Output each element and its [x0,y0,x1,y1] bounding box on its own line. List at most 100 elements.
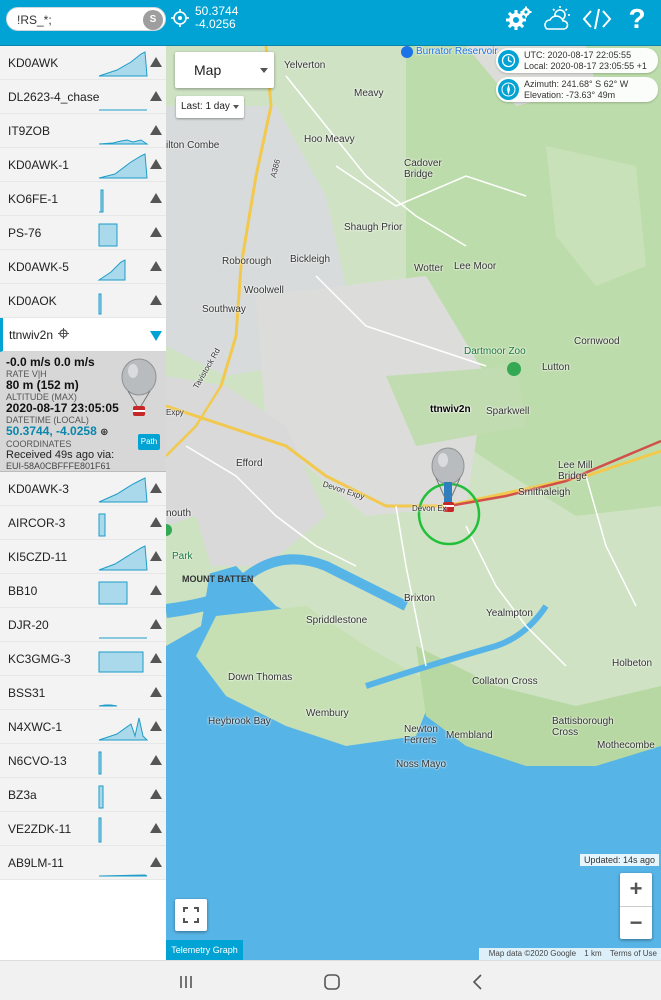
list-item[interactable]: DL2623-4_chase [0,80,166,114]
locate-icon[interactable] [58,328,69,339]
coordinates-value[interactable]: 50.3744, -4.0258 ⊕ [6,425,160,439]
list-item-name: N4XWC-1 [8,720,63,734]
place-southway: Southway [202,304,246,315]
expand-icon[interactable] [150,517,162,527]
system-nav-bar [0,960,661,1000]
back-icon[interactable] [458,971,498,993]
expand-icon[interactable] [150,585,162,595]
compass-icon [498,79,519,100]
place-mothecombe: Mothecombe [597,740,655,751]
map-view[interactable]: Burrator Reservoir Yelverton Meavy Hoo M… [166,46,661,960]
received-text: Received 49s ago via: [6,449,115,461]
path-button[interactable]: Path [138,434,160,450]
azimuth-value: Azimuth: 241.68° S 62° W [524,79,629,89]
place-mount-batten: MOUNT BATTEN [182,574,254,584]
list-item[interactable]: BB10 [0,574,166,608]
my-longitude: -4.0256 [195,17,236,31]
list-item-name: BB10 [8,584,38,598]
sparkline [98,751,102,775]
expand-icon[interactable] [150,551,162,561]
sparkline [98,717,149,741]
zoom-in-button[interactable]: + [620,873,652,906]
list-item-name: BZ3a [8,788,37,802]
list-item[interactable]: AB9LM-11 [0,846,166,880]
list-item[interactable]: DJR-20 [0,608,166,642]
map-canvas[interactable] [166,46,661,960]
list-item-name: KD0AOK [8,294,57,308]
telemetry-graph-button[interactable]: Telemetry Graph [166,940,243,960]
weather-button[interactable] [538,0,576,38]
list-item[interactable]: KD0AWK [0,46,166,80]
place-woolwell: Woolwell [244,285,284,296]
list-item-name: KO6FE-1 [8,192,59,206]
expand-icon[interactable] [150,193,162,203]
sparkline [98,817,102,843]
list-item[interactable]: BSS31 [0,676,166,710]
expand-icon[interactable] [150,159,162,169]
list-item[interactable]: KD0AWK-3 [0,472,166,506]
place-battisborough: Battisborough Cross [552,716,614,738]
list-item[interactable]: BZ3a [0,778,166,812]
sparkline-path [99,189,104,213]
list-item[interactable]: KD0AWK-5 [0,250,166,284]
expand-icon[interactable] [150,295,162,305]
list-item[interactable]: KD0AOK [0,284,166,318]
list-item[interactable]: VE2ZDK-11 [0,812,166,846]
list-item[interactable]: KI5CZD-11 [0,540,166,574]
place-wotter: Wotter [414,263,444,274]
recents-icon[interactable] [166,971,206,993]
sparkline [98,651,144,673]
sparkline [98,139,149,145]
coordinates-locate-icon[interactable]: ⊕ [100,427,108,438]
period-select[interactable]: Last: 1 day [176,96,244,118]
sparkline-path [98,545,148,571]
expand-icon[interactable] [150,857,162,867]
fullscreen-button[interactable] [175,899,207,931]
place-lee-mill: Lee Mill Bridge [558,460,593,482]
expand-icon[interactable] [150,483,162,493]
search-box: S [6,7,166,31]
sparkline-path [98,717,149,741]
sparkline [98,153,148,179]
sparkline-path [98,874,148,877]
expand-icon[interactable] [150,57,162,67]
home-icon[interactable] [312,971,352,993]
list-item[interactable]: N4XWC-1 [0,710,166,744]
expand-icon[interactable] [150,653,162,663]
list-item[interactable]: IT9ZOB [0,114,166,148]
search-button[interactable]: S [143,10,163,30]
list-item[interactable]: KC3GMG-3 [0,642,166,676]
map-type-select[interactable]: Map [175,52,274,88]
sparkline-path [98,817,102,843]
list-item[interactable]: AIRCOR-3 [0,506,166,540]
collapse-icon[interactable] [150,331,162,341]
crosshair-icon[interactable] [170,8,190,28]
search-input[interactable] [17,11,137,28]
settings-button[interactable] [500,0,538,38]
list-item[interactable]: N6CVO-13 [0,744,166,778]
expand-icon[interactable] [150,619,162,629]
embed-button[interactable] [578,0,616,38]
zoom-out-button[interactable]: − [620,907,652,940]
expand-icon[interactable] [150,125,162,135]
sparkline-path [98,651,144,673]
expand-icon[interactable] [150,721,162,731]
expand-icon[interactable] [150,755,162,765]
expand-icon[interactable] [150,227,162,237]
expand-icon[interactable] [150,91,162,101]
list-item[interactable]: KD0AWK-1 [0,148,166,182]
terms-link[interactable]: Terms of Use [610,949,657,958]
expand-icon[interactable] [150,687,162,697]
list-item-name: KI5CZD-11 [8,550,68,564]
place-dartmoor-zoo: Dartmoor Zoo [464,346,526,357]
sparkline [98,874,148,877]
help-button[interactable]: ? [618,0,656,38]
expand-icon[interactable] [150,789,162,799]
list-item[interactable]: KO6FE-1 [0,182,166,216]
place-burrator: Burrator Reservoir [416,46,498,57]
sparkline-path [98,51,148,77]
expand-icon[interactable] [150,261,162,271]
list-item-selected[interactable]: ttnwiv2n [0,318,166,352]
expand-icon[interactable] [150,823,162,833]
list-item[interactable]: PS-76 [0,216,166,250]
